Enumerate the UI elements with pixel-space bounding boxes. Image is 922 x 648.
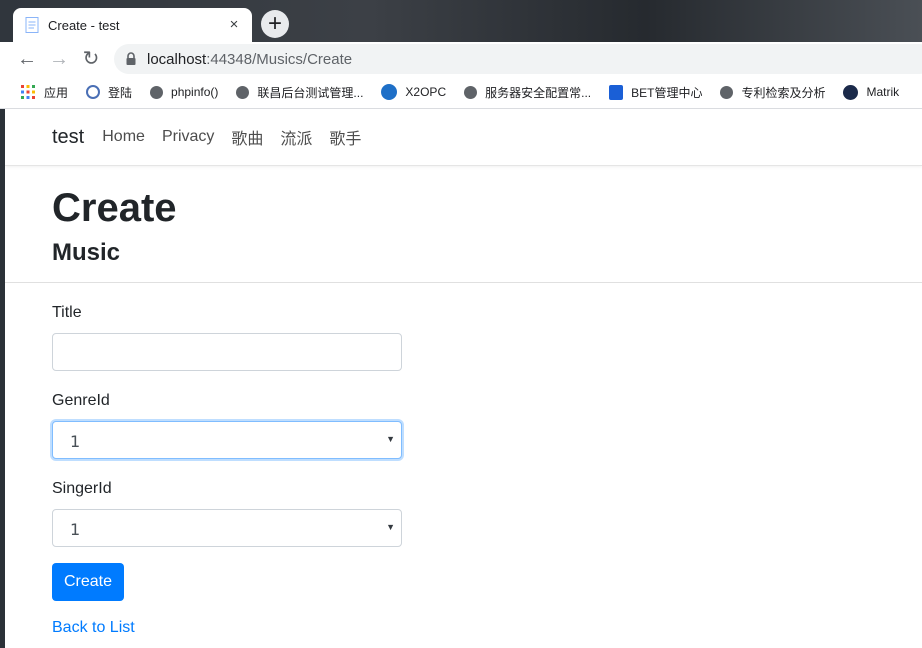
new-tab-button[interactable]: + xyxy=(261,10,289,38)
bookmarks-bar: 应用 登陆 phpinfo() 联昌后台测试管理... X2OPC 服务器安全配… xyxy=(0,76,922,109)
title-input[interactable] xyxy=(52,333,402,371)
url-path: :44348/Musics/Create xyxy=(206,50,353,68)
divider xyxy=(5,282,922,283)
lock-icon xyxy=(125,52,137,66)
bookmark-x2opc[interactable]: X2OPC xyxy=(381,84,446,100)
bookmark-lianchang[interactable]: 联昌后台测试管理... xyxy=(236,84,363,101)
genre-label: GenreId xyxy=(52,392,110,409)
back-arrow-icon[interactable]: ← xyxy=(15,47,39,71)
singer-label: SingerId xyxy=(52,480,112,497)
book-icon xyxy=(609,84,624,100)
swirl-icon xyxy=(381,84,398,100)
genre-select[interactable]: 1 ▼ xyxy=(52,421,402,459)
bookmark-apps[interactable]: 应用 xyxy=(20,84,68,101)
bookmark-bet[interactable]: BET管理中心 xyxy=(609,84,702,101)
nav-link-privacy[interactable]: Privacy xyxy=(162,128,214,146)
reload-icon[interactable]: ↻ xyxy=(79,47,103,71)
create-button[interactable]: Create xyxy=(52,563,124,601)
address-bar[interactable]: localhost:44348/Musics/Create xyxy=(114,44,922,74)
bookmark-server-security[interactable]: 服务器安全配置常... xyxy=(464,84,591,101)
dropdown-caret-icon: ▼ xyxy=(386,522,395,532)
singer-selected-value: 1 xyxy=(70,520,81,539)
bookmark-label: 服务器安全配置常... xyxy=(485,85,592,100)
apps-grid-icon xyxy=(20,84,36,100)
url-host: localhost xyxy=(147,50,207,68)
globe-icon xyxy=(236,85,250,99)
bookmark-patent[interactable]: 专利检索及分析 xyxy=(720,84,825,101)
main-content: Create Music Title GenreId 1 ▼ SingerId … xyxy=(5,186,922,637)
page-subtitle: Music xyxy=(52,239,121,266)
title-label: Title xyxy=(52,304,82,321)
bookmark-label: X2OPC xyxy=(405,85,447,99)
globe-icon xyxy=(464,85,478,99)
tab-title: Create - test xyxy=(48,17,120,33)
close-icon[interactable]: × xyxy=(226,17,242,33)
site-navbar: test Home Privacy 歌曲 流派 歌手 xyxy=(5,109,922,166)
document-icon xyxy=(25,17,39,33)
bookmark-label: Matrik xyxy=(866,85,900,99)
wave-icon xyxy=(843,84,859,100)
forward-arrow-icon[interactable]: → xyxy=(47,47,71,71)
bookmark-login[interactable]: 登陆 xyxy=(86,84,132,101)
dropdown-caret-icon: ▼ xyxy=(386,434,395,444)
bookmark-phpinfo[interactable]: phpinfo() xyxy=(150,85,218,99)
web-page: test Home Privacy 歌曲 流派 歌手 Create Music … xyxy=(5,109,922,648)
globe-icon xyxy=(720,85,734,99)
navbar-brand[interactable]: test xyxy=(52,126,84,149)
browser-tab-active[interactable]: Create - test × xyxy=(13,8,252,42)
nav-link-songs[interactable]: 歌曲 xyxy=(231,125,263,149)
bookmark-label: 专利检索及分析 xyxy=(741,85,826,100)
genre-selected-value: 1 xyxy=(70,432,81,451)
nav-link-genres[interactable]: 流派 xyxy=(280,125,312,149)
browser-toolbar: ← → ↻ localhost:44348/Musics/Create xyxy=(0,42,922,76)
gear-globe-icon xyxy=(86,85,101,99)
bookmark-label: 登陆 xyxy=(108,85,133,100)
globe-icon xyxy=(150,85,164,99)
nav-link-singers[interactable]: 歌手 xyxy=(329,125,361,149)
tab-strip: Create - test × + xyxy=(0,0,922,42)
bookmark-label: 联昌后台测试管理... xyxy=(257,85,364,100)
bookmark-label: BET管理中心 xyxy=(631,85,703,100)
url-text: localhost:44348/Musics/Create xyxy=(147,51,352,68)
bookmark-matrik[interactable]: Matrik xyxy=(843,84,900,100)
bookmark-label: 应用 xyxy=(44,85,69,100)
nav-link-home[interactable]: Home xyxy=(102,128,145,146)
singer-select[interactable]: 1 ▼ xyxy=(52,509,402,547)
back-to-list-link[interactable]: Back to List xyxy=(52,619,922,637)
bookmark-label: phpinfo() xyxy=(171,85,219,99)
page-title: Create xyxy=(52,186,177,230)
